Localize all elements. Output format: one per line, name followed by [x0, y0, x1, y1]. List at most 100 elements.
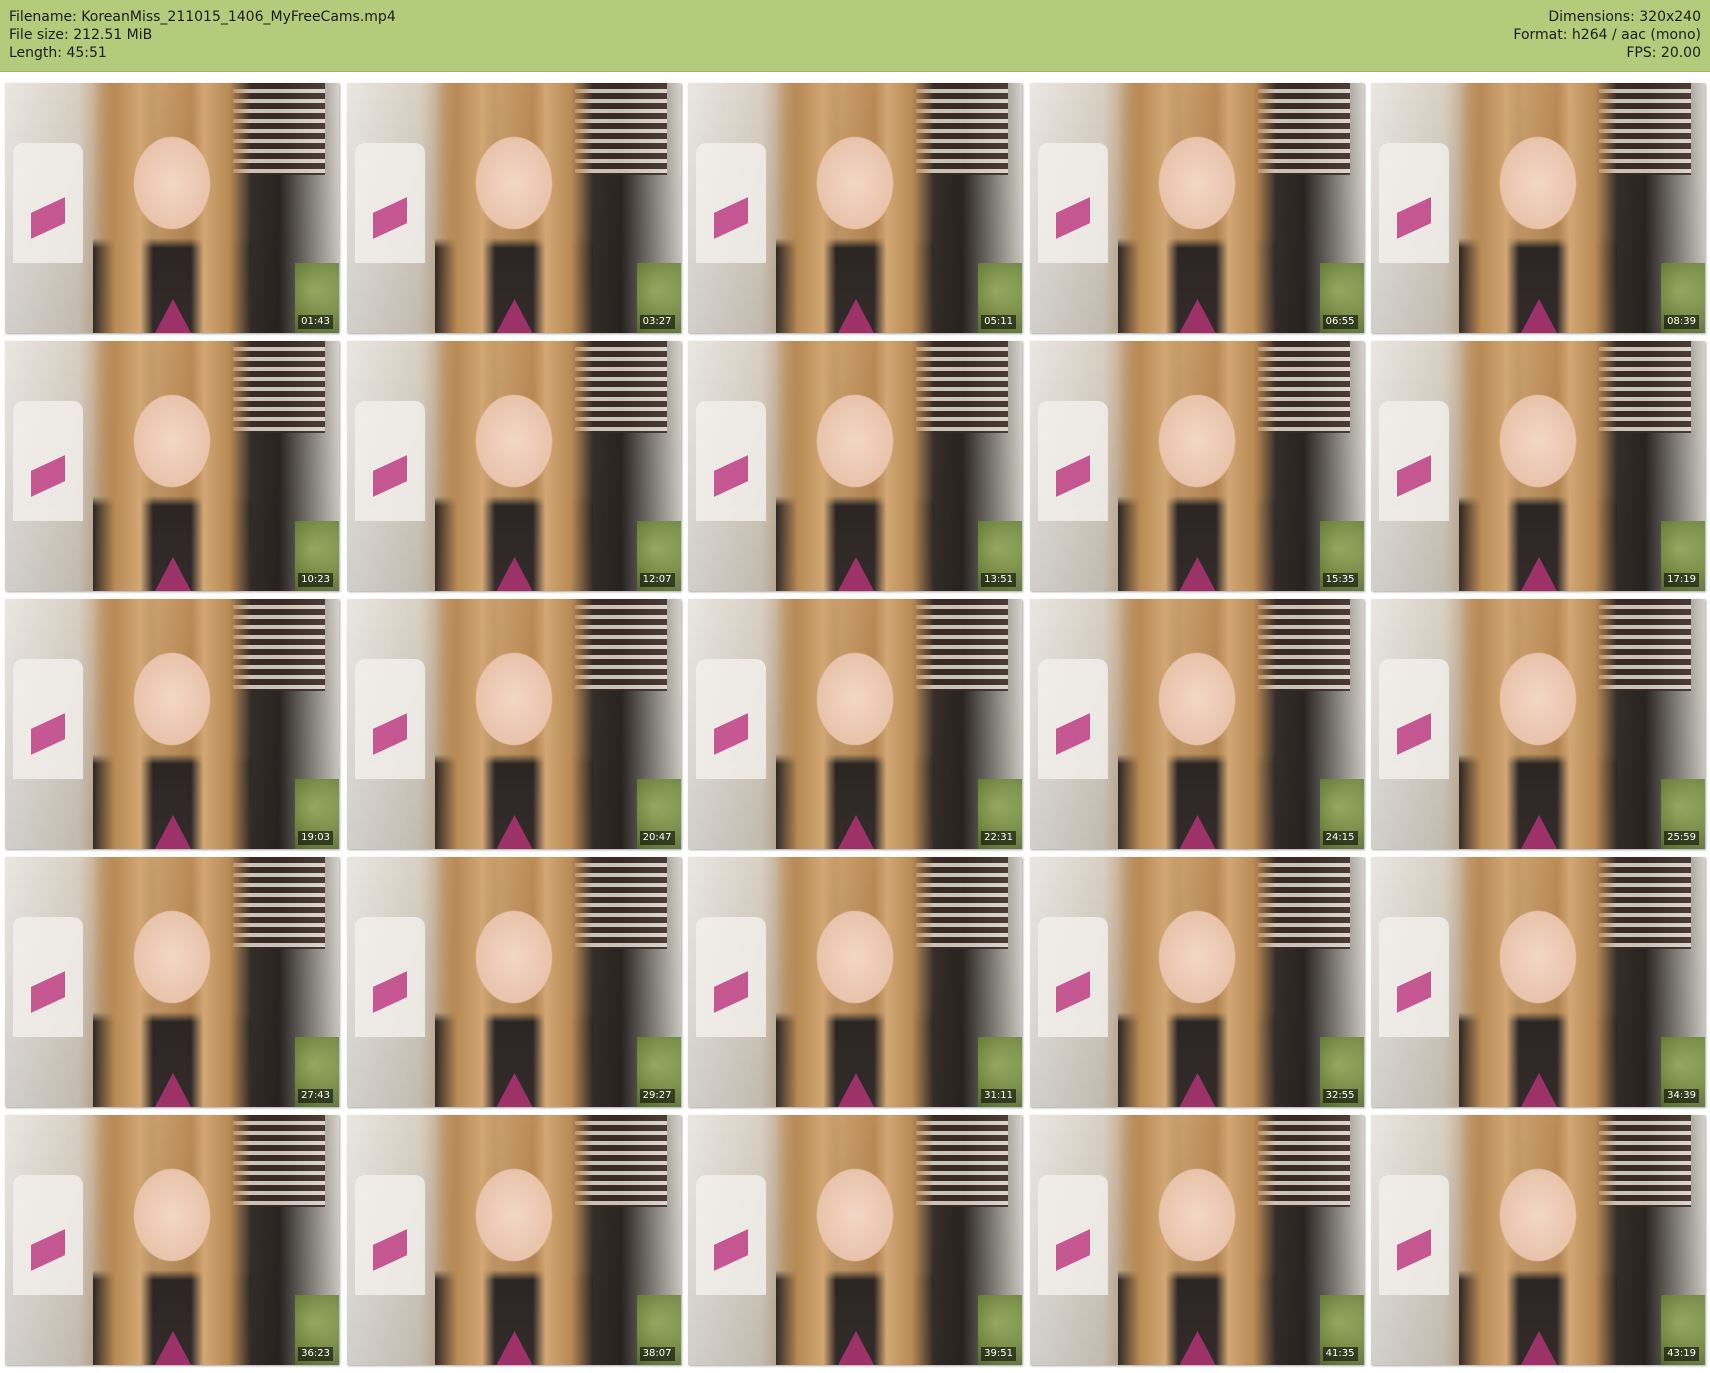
chair-graphic [1037, 659, 1108, 779]
video-frame-thumbnail: 06:55 [1029, 83, 1364, 333]
person-graphic [1117, 599, 1276, 849]
person-graphic [1117, 83, 1276, 333]
frame-timestamp: 05:11 [981, 315, 1016, 329]
person-graphic [434, 341, 593, 591]
video-frame-thumbnail: 15:35 [1029, 341, 1364, 591]
person-graphic [776, 857, 934, 1107]
video-frame-thumbnail: 17:19 [1371, 341, 1705, 591]
person-graphic [1117, 341, 1276, 591]
chair-graphic [13, 1175, 83, 1295]
frame-timestamp: 32:55 [1322, 1089, 1358, 1103]
frame-timestamp: 36:23 [298, 1347, 333, 1361]
chair-graphic [696, 1175, 766, 1295]
person-graphic [776, 83, 934, 333]
chair-graphic [13, 143, 83, 263]
chair-graphic [354, 401, 425, 521]
chair-graphic [1379, 401, 1449, 521]
chair-graphic [696, 143, 766, 263]
video-frame-thumbnail: 39:51 [688, 1115, 1022, 1365]
chair-graphic [13, 659, 83, 779]
person-graphic [1459, 341, 1617, 591]
person-graphic [1117, 857, 1276, 1107]
frame-timestamp: 27:43 [298, 1089, 333, 1103]
frame-timestamp: 06:55 [1322, 315, 1358, 329]
video-frame-thumbnail: 41:35 [1029, 1115, 1364, 1365]
video-frame-thumbnail: 22:31 [688, 599, 1022, 849]
frame-timestamp: 24:15 [1322, 831, 1358, 845]
frame-timestamp: 08:39 [1664, 315, 1699, 329]
thumbnail-grid: 01:43 03:27 05:11 06:55 08:39 10:23 12:07 13:51… [5, 83, 1705, 1370]
fps-text: FPS: 20.00 [1626, 45, 1701, 61]
person-graphic [1459, 599, 1617, 849]
person-graphic [93, 1115, 251, 1365]
video-frame-thumbnail: 36:23 [5, 1115, 339, 1365]
frame-timestamp: 39:51 [981, 1347, 1016, 1361]
person-graphic [1459, 1115, 1617, 1365]
chair-graphic [696, 401, 766, 521]
person-graphic [93, 83, 251, 333]
person-graphic [1459, 83, 1617, 333]
chair-graphic [1379, 917, 1449, 1037]
video-frame-thumbnail: 43:19 [1371, 1115, 1705, 1365]
video-frame-thumbnail: 38:07 [346, 1115, 681, 1365]
filesize-text: File size: 212.51 MiB [9, 27, 153, 43]
video-frame-thumbnail: 13:51 [688, 341, 1022, 591]
video-info-header: Filename: KoreanMiss_211015_1406_MyFreeC… [0, 0, 1710, 72]
chair-graphic [1379, 659, 1449, 779]
person-graphic [434, 857, 593, 1107]
frame-timestamp: 01:43 [298, 315, 333, 329]
frame-timestamp: 03:27 [639, 315, 675, 329]
frame-timestamp: 31:11 [981, 1089, 1016, 1103]
frame-timestamp: 17:19 [1664, 573, 1699, 587]
dimensions-text: Dimensions: 320x240 [1548, 9, 1701, 25]
frame-timestamp: 22:31 [981, 831, 1016, 845]
filename-text: Filename: KoreanMiss_211015_1406_MyFreeC… [9, 9, 396, 25]
video-frame-thumbnail: 19:03 [5, 599, 339, 849]
video-frame-thumbnail: 29:27 [346, 857, 681, 1107]
video-frame-thumbnail: 03:27 [346, 83, 681, 333]
frame-timestamp: 38:07 [639, 1347, 675, 1361]
video-frame-thumbnail: 08:39 [1371, 83, 1705, 333]
chair-graphic [1379, 143, 1449, 263]
video-frame-thumbnail: 27:43 [5, 857, 339, 1107]
video-frame-thumbnail: 25:59 [1371, 599, 1705, 849]
person-graphic [434, 1115, 593, 1365]
person-graphic [434, 599, 593, 849]
chair-graphic [13, 917, 83, 1037]
frame-timestamp: 15:35 [1322, 573, 1358, 587]
video-frame-thumbnail: 20:47 [346, 599, 681, 849]
chair-graphic [1037, 1175, 1108, 1295]
chair-graphic [13, 401, 83, 521]
person-graphic [93, 599, 251, 849]
frame-timestamp: 34:39 [1664, 1089, 1699, 1103]
video-frame-thumbnail: 12:07 [346, 341, 681, 591]
frame-timestamp: 41:35 [1322, 1347, 1358, 1361]
person-graphic [434, 83, 593, 333]
video-frame-thumbnail: 34:39 [1371, 857, 1705, 1107]
video-frame-thumbnail: 31:11 [688, 857, 1022, 1107]
chair-graphic [354, 917, 425, 1037]
info-left-column: Filename: KoreanMiss_211015_1406_MyFreeC… [9, 8, 396, 62]
person-graphic [776, 1115, 934, 1365]
chair-graphic [696, 917, 766, 1037]
frame-timestamp: 12:07 [639, 573, 675, 587]
frame-timestamp: 43:19 [1664, 1347, 1699, 1361]
frame-timestamp: 13:51 [981, 573, 1016, 587]
person-graphic [93, 341, 251, 591]
frame-timestamp: 29:27 [639, 1089, 675, 1103]
person-graphic [1117, 1115, 1276, 1365]
person-graphic [776, 599, 934, 849]
video-frame-thumbnail: 01:43 [5, 83, 339, 333]
frame-timestamp: 19:03 [298, 831, 333, 845]
video-frame-thumbnail: 32:55 [1029, 857, 1364, 1107]
frame-timestamp: 10:23 [298, 573, 333, 587]
chair-graphic [696, 659, 766, 779]
chair-graphic [1037, 401, 1108, 521]
chair-graphic [354, 143, 425, 263]
chair-graphic [1037, 917, 1108, 1037]
chair-graphic [1037, 143, 1108, 263]
frame-timestamp: 20:47 [639, 831, 675, 845]
length-text: Length: 45:51 [9, 45, 107, 61]
info-right-column: Dimensions: 320x240 Format: h264 / aac (… [1513, 8, 1701, 62]
chair-graphic [354, 659, 425, 779]
